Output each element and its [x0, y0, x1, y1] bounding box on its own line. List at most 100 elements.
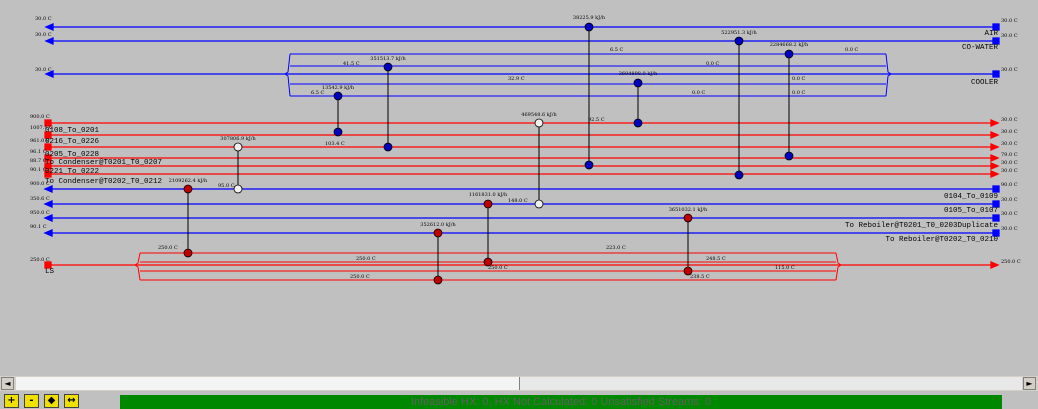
- hx5-hot-node[interactable]: [633, 118, 643, 128]
- zoom-out-button[interactable]: -: [24, 394, 39, 408]
- stream-c3-end[interactable]: [992, 214, 1000, 222]
- zoom-toolbar: + - ◆ ↔: [0, 393, 110, 409]
- edge-temp-r3: 30.0 C: [1001, 67, 1018, 73]
- hx9-cold-node[interactable]: [183, 184, 193, 194]
- hx1-cold-node[interactable]: [584, 22, 594, 32]
- edge-temp-l2: 30.0 C: [35, 32, 52, 38]
- stream-ls-label: LS: [45, 268, 55, 276]
- edge-temp-l6: 961.0 C: [30, 138, 50, 144]
- hx4-cold-node[interactable]: [383, 62, 393, 72]
- hx2-duty: 522951.3 kJ/h: [721, 30, 757, 36]
- edge-temp-l7: 96.1 C: [30, 149, 47, 155]
- edge-temp-l13: 90.1 C: [30, 224, 47, 230]
- scroll-left-button[interactable]: ◄: [1, 377, 14, 390]
- hx1-hot-node[interactable]: [584, 160, 594, 170]
- temp-3: 41.5 C: [343, 61, 360, 67]
- temp-13: 148.0 C: [508, 198, 528, 204]
- edge-temp-l9: 90.1 C: [30, 167, 47, 173]
- temp-9: 0.0 C: [792, 90, 806, 96]
- chevron-right-icon: ►: [1026, 379, 1033, 388]
- temp-16: 223.0 C: [606, 245, 626, 251]
- hx12-hot-node[interactable]: [433, 275, 443, 285]
- hx2-cold-node[interactable]: [734, 36, 744, 46]
- stream-s6-label: To Condenser@T0202_T0_0212: [45, 178, 162, 186]
- temp-8: 0.0 C: [692, 90, 706, 96]
- edge-temp-r14: 250.0 C: [1001, 259, 1021, 265]
- hx6-cold-node[interactable]: [333, 91, 343, 101]
- hx10-cold-node[interactable]: [483, 199, 493, 209]
- stream-s3-label: 0205_To_0228: [45, 151, 99, 159]
- edge-temp-r11: 30.0 C: [1001, 197, 1018, 203]
- edge-temp-l14: 250.0 C: [30, 257, 50, 263]
- stream-s2-label: 0216_To_0226: [45, 138, 100, 146]
- edge-temp-r2: 30.0 C: [1001, 33, 1018, 39]
- stream-air-label: AIR: [984, 30, 998, 38]
- status-bar: Infeasible HX: 0, HX Not Calculated: 0 U…: [120, 395, 1002, 409]
- hx7-hot-node[interactable]: [534, 118, 544, 128]
- hx3-hot-node[interactable]: [784, 151, 794, 161]
- stream-ls-arrow: [990, 261, 1000, 269]
- hx2-hot-node[interactable]: [734, 170, 744, 180]
- hx8-cold-node[interactable]: [233, 184, 243, 194]
- stream-s1-label: 0108_To_0201: [45, 127, 100, 135]
- plus-icon: +: [7, 395, 16, 406]
- hx11-duty: 3651032.1 kJ/h: [669, 207, 708, 213]
- stream-s2-arrow: [990, 131, 1000, 139]
- stream-c4-arrow: [43, 229, 53, 237]
- stream-c1-end[interactable]: [992, 185, 1000, 193]
- scroll-track[interactable]: [16, 377, 1022, 390]
- scroll-thumb[interactable]: [16, 377, 520, 390]
- temp-19: 115.0 C: [775, 265, 795, 271]
- edge-temp-r5: 30.0 C: [1001, 129, 1018, 135]
- hx12-cold-node[interactable]: [433, 228, 443, 238]
- temp-6: 0.0 C: [792, 76, 806, 82]
- hx5-cold-node[interactable]: [633, 78, 643, 88]
- hx7-duty: 469548.6 kJ/h: [521, 112, 557, 118]
- stream-cooler-end[interactable]: [992, 70, 1000, 78]
- stream-c3-label: To Reboiler@T0201_T0_0203Duplicate: [845, 222, 998, 230]
- edge-temp-l4: 900.0 C: [30, 114, 50, 120]
- stream-c2-label: 0105_To_0107: [944, 207, 998, 215]
- stream-c1-label: 0104_To_0109: [944, 193, 998, 201]
- zoom-fit-button[interactable]: ◆: [44, 394, 59, 408]
- hx1-duty: 38225.9 kJ/h: [573, 15, 606, 21]
- scroll-right-button[interactable]: ►: [1023, 377, 1036, 390]
- horizontal-scrollbar[interactable]: ◄ ►: [0, 376, 1038, 391]
- edge-temp-l8: 88.7 C: [30, 158, 47, 164]
- temp-2: 0.0 C: [845, 47, 859, 53]
- temp-10: 103.4 C: [325, 141, 345, 147]
- zoom-in-button[interactable]: +: [4, 394, 19, 408]
- stream-s1-arrow: [990, 119, 1000, 127]
- hx6-hot-node[interactable]: [333, 127, 343, 137]
- hx6-duty: 13542.9 kJ/h: [322, 85, 355, 91]
- edge-temp-r6: 30.0 C: [1001, 141, 1018, 147]
- edge-temp-r12: 30.0 C: [1001, 211, 1018, 217]
- temp-11: 92.5 C: [588, 117, 605, 123]
- temp-1: 6.5 C: [610, 47, 624, 53]
- temp-14: 250.0 C: [158, 245, 178, 251]
- edge-temp-l5: 1007.1 C: [30, 125, 53, 131]
- hx9-hot-node[interactable]: [183, 248, 193, 258]
- hx8-hot-node[interactable]: [233, 142, 243, 152]
- edge-temp-r7: 79.0 C: [1001, 152, 1018, 158]
- reset-icon: ↔: [67, 395, 76, 406]
- stream-s3-arrow: [990, 143, 1000, 151]
- hx9-duty: 2109262.4 kJ/h: [169, 178, 208, 184]
- temp-17: 248.5 C: [706, 256, 726, 262]
- zoom-reset-button[interactable]: ↔: [64, 394, 79, 408]
- temp-15: 250.0 C: [356, 256, 376, 262]
- hx4-duty: 351513.7 kJ/h: [370, 56, 406, 62]
- temp-21: 238.5 C: [690, 274, 710, 280]
- edge-temp-r4: 30.0 C: [1001, 117, 1018, 123]
- edge-temp-r1: 30.0 C: [1001, 18, 1018, 24]
- hx11-cold-node[interactable]: [683, 213, 693, 223]
- hx4-hot-node[interactable]: [383, 142, 393, 152]
- edge-temp-l10: 900.0 C: [30, 181, 50, 187]
- edge-temp-r13: 30.0 C: [1001, 226, 1018, 232]
- hx7-cold-node[interactable]: [534, 199, 544, 209]
- edge-temp-r9: 30.0 C: [1001, 168, 1018, 174]
- hx5-duty: 3604898.0 kJ/h: [619, 71, 658, 77]
- hx8-duty: 307806.9 kJ/h: [220, 136, 256, 142]
- edge-temp-r10: 90.0 C: [1001, 182, 1018, 188]
- hx3-cold-node[interactable]: [784, 49, 794, 59]
